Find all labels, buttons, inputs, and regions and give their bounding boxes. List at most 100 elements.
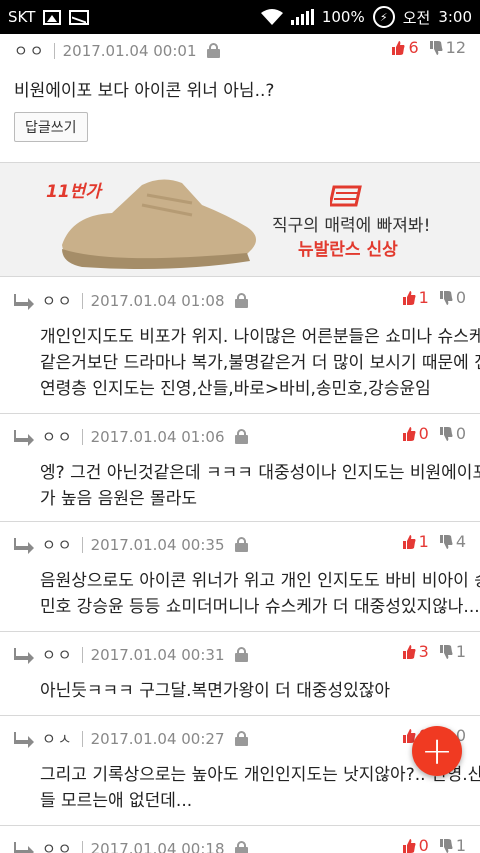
upvote-button[interactable]: 1	[402, 532, 429, 551]
reply-date: 2017.01.04 01:06	[90, 427, 225, 446]
reply-arrow-icon	[14, 841, 34, 853]
reply-meta: ㅇㅇ 2017.01.04 00:18	[14, 838, 248, 853]
downvote-count: 1	[455, 836, 466, 853]
divider	[53, 42, 55, 59]
upvote-count: 6	[408, 38, 419, 57]
reply-date: 2017.01.04 00:35	[90, 535, 225, 554]
reply-meta: ㅇㅇ 2017.01.04 00:31	[14, 644, 248, 665]
clock: 3:00	[438, 8, 472, 26]
vote-group: 10	[402, 288, 466, 307]
reply-item: ㅇㅅ2017.01.04 00:2700그리고 기록상으로는 높아도 개인인지도…	[0, 716, 480, 826]
upvote-button[interactable]: 0	[402, 424, 429, 443]
vote-group: 14	[402, 532, 466, 551]
reply-text-line: 들 모르는애 없던데...	[40, 791, 193, 811]
thumbs-up-icon	[402, 426, 416, 441]
upvote-button[interactable]: 3	[402, 642, 429, 661]
new-balance-logo	[330, 185, 362, 207]
reply-text-line: 그리고 기록상으로는 높아도 개인인지도는 낫지않아?.. 진영.산	[40, 765, 480, 785]
sneaker-image	[62, 179, 256, 269]
downvote-button[interactable]: 1	[439, 836, 466, 853]
downvote-count: 0	[455, 288, 466, 307]
upvote-count: 1	[418, 288, 429, 307]
upvote-button[interactable]: 6	[391, 38, 419, 57]
reply-button[interactable]: 답글쓰기	[14, 112, 88, 142]
reply-text-line: 음원상으로도 아이콘 위너가 위고 개인 인지도도 바비 비아이 송	[40, 571, 480, 591]
divider	[81, 840, 83, 853]
thumbs-down-icon	[439, 290, 453, 305]
lock-icon	[206, 43, 220, 58]
ad-headline: 뉴발란스 신상	[298, 240, 398, 260]
reply-arrow-icon	[14, 293, 34, 310]
time-period: 오전	[402, 8, 431, 27]
lock-icon	[234, 731, 248, 746]
downvote-button[interactable]: 4	[439, 532, 466, 551]
thumbs-down-icon	[429, 40, 443, 55]
vote-group: 00	[402, 424, 466, 443]
status-bar: SKT 100% ⚡ 오전 3:00	[0, 0, 480, 34]
thumbs-down-icon	[439, 838, 453, 853]
reply-text-line: 같은거보단 드라마나 복가,불명같은거 더 많이 보시기 때문에 전	[40, 353, 480, 373]
write-comment-button[interactable]: +	[412, 726, 462, 776]
reply-text-line: 연령층 인지도는 진영,산들,바로>바비,송민호,강승윤임	[40, 379, 431, 399]
thumbs-down-icon	[439, 426, 453, 441]
divider	[81, 428, 83, 445]
thumbs-up-icon	[402, 838, 416, 853]
thumbs-down-icon	[439, 644, 453, 659]
reply-item: ㅇㅇ 2017.01.04 00:18 0 1	[0, 826, 480, 853]
downvote-count: 12	[445, 38, 466, 57]
upvote-count: 3	[418, 642, 429, 661]
downvote-count: 1	[455, 642, 466, 661]
downvote-button[interactable]: 0	[439, 424, 466, 443]
reply-author: ㅇㅇ	[42, 536, 74, 554]
reply-date: 2017.01.04 00:18	[90, 839, 225, 853]
signal-icon	[290, 9, 314, 25]
downvote-button[interactable]: 1	[439, 642, 466, 661]
reply-date: 2017.01.04 01:08	[90, 291, 225, 310]
reply-item: ㅇㅇ 2017.01.04 01:06 0 0 엥? 그건 아닌것같은데 ㅋㅋㅋ 대중성…	[0, 414, 480, 522]
divider	[81, 730, 83, 747]
reply-arrow-icon	[14, 731, 34, 748]
reply-meta: ㅇㅇ 2017.01.04 01:06	[14, 426, 248, 447]
upvote-button[interactable]: 0	[402, 836, 429, 853]
reply-item: ㅇㅇ 2017.01.04 00:35 1 4 음원상으로도 아이콘 위너가 위고 개인…	[0, 522, 480, 632]
reply-meta: ㅇㅅ 2017.01.04 00:27	[14, 728, 248, 749]
reply-arrow-icon	[14, 429, 34, 446]
upvote-count: 0	[418, 836, 429, 853]
reply-meta: ㅇㅇ 2017.01.04 01:08	[14, 290, 248, 311]
divider	[81, 292, 83, 309]
comment-text: 비원에이포 보다 아이콘 위너 아님..?	[14, 81, 275, 101]
reply-arrow-icon	[14, 647, 34, 664]
lock-icon	[234, 429, 248, 444]
ad-tagline: 직구의 매력에 빠져봐!	[272, 216, 431, 236]
battery-icon: ⚡	[372, 6, 395, 28]
divider	[81, 646, 83, 663]
gallery-notification-icon	[43, 9, 62, 25]
reply-item: ㅇㅇ 2017.01.04 01:08 1 0 개인인지도도 비포가 위지. 나이많은 …	[0, 278, 480, 414]
carrier-label: SKT	[8, 8, 36, 26]
reply-text: 아닌듯ㅋㅋㅋ 구그달.복면가왕이 더 대중성있잖아	[40, 678, 466, 704]
reply-date: 2017.01.04 00:31	[90, 645, 225, 664]
reply-text: 그리고 기록상으로는 높아도 개인인지도는 낫지않아?.. 진영.산들 모르는애…	[40, 762, 480, 814]
reply-text-line: 민호 강승윤 등등 쇼미더머니나 슈스케가 더 대중성있지않나....?	[40, 597, 480, 617]
reply-date: 2017.01.04 00:27	[90, 729, 225, 748]
thumbs-down-icon	[439, 534, 453, 549]
downvote-count: 0	[455, 424, 466, 443]
thumbs-up-icon	[392, 40, 405, 55]
vote-group: 01	[402, 836, 466, 853]
reply-text-line: 개인인지도도 비포가 위지. 나이많은 어른분들은 쇼미나 슈스케	[40, 327, 480, 347]
comment-author: ㅇㅇ	[14, 42, 46, 60]
battery-percent: 100%	[321, 8, 365, 26]
lock-icon	[234, 293, 248, 308]
downvote-button[interactable]: 12	[429, 38, 466, 57]
ad-banner[interactable]: 11번가 직구의 매력에 빠져봐! 뉴발란스 신상	[0, 163, 480, 277]
reply-author: ㅇㅇ	[42, 292, 74, 310]
comment-item: ㅇㅇ 2017.01.04 00:01 6 12 비원에이포 보다 아이콘 위너…	[0, 34, 480, 163]
reply-author: ㅇㅇ	[42, 840, 74, 853]
upvote-button[interactable]: 1	[402, 288, 429, 307]
reply-author: ㅇㅇ	[42, 428, 74, 446]
wifi-icon	[260, 9, 283, 25]
downvote-button[interactable]: 0	[439, 288, 466, 307]
reply-text: 음원상으로도 아이콘 위너가 위고 개인 인지도도 바비 비아이 송민호 강승윤…	[40, 568, 480, 620]
comment-date: 2017.01.04 00:01	[62, 41, 197, 60]
vote-group: 31	[402, 642, 466, 661]
